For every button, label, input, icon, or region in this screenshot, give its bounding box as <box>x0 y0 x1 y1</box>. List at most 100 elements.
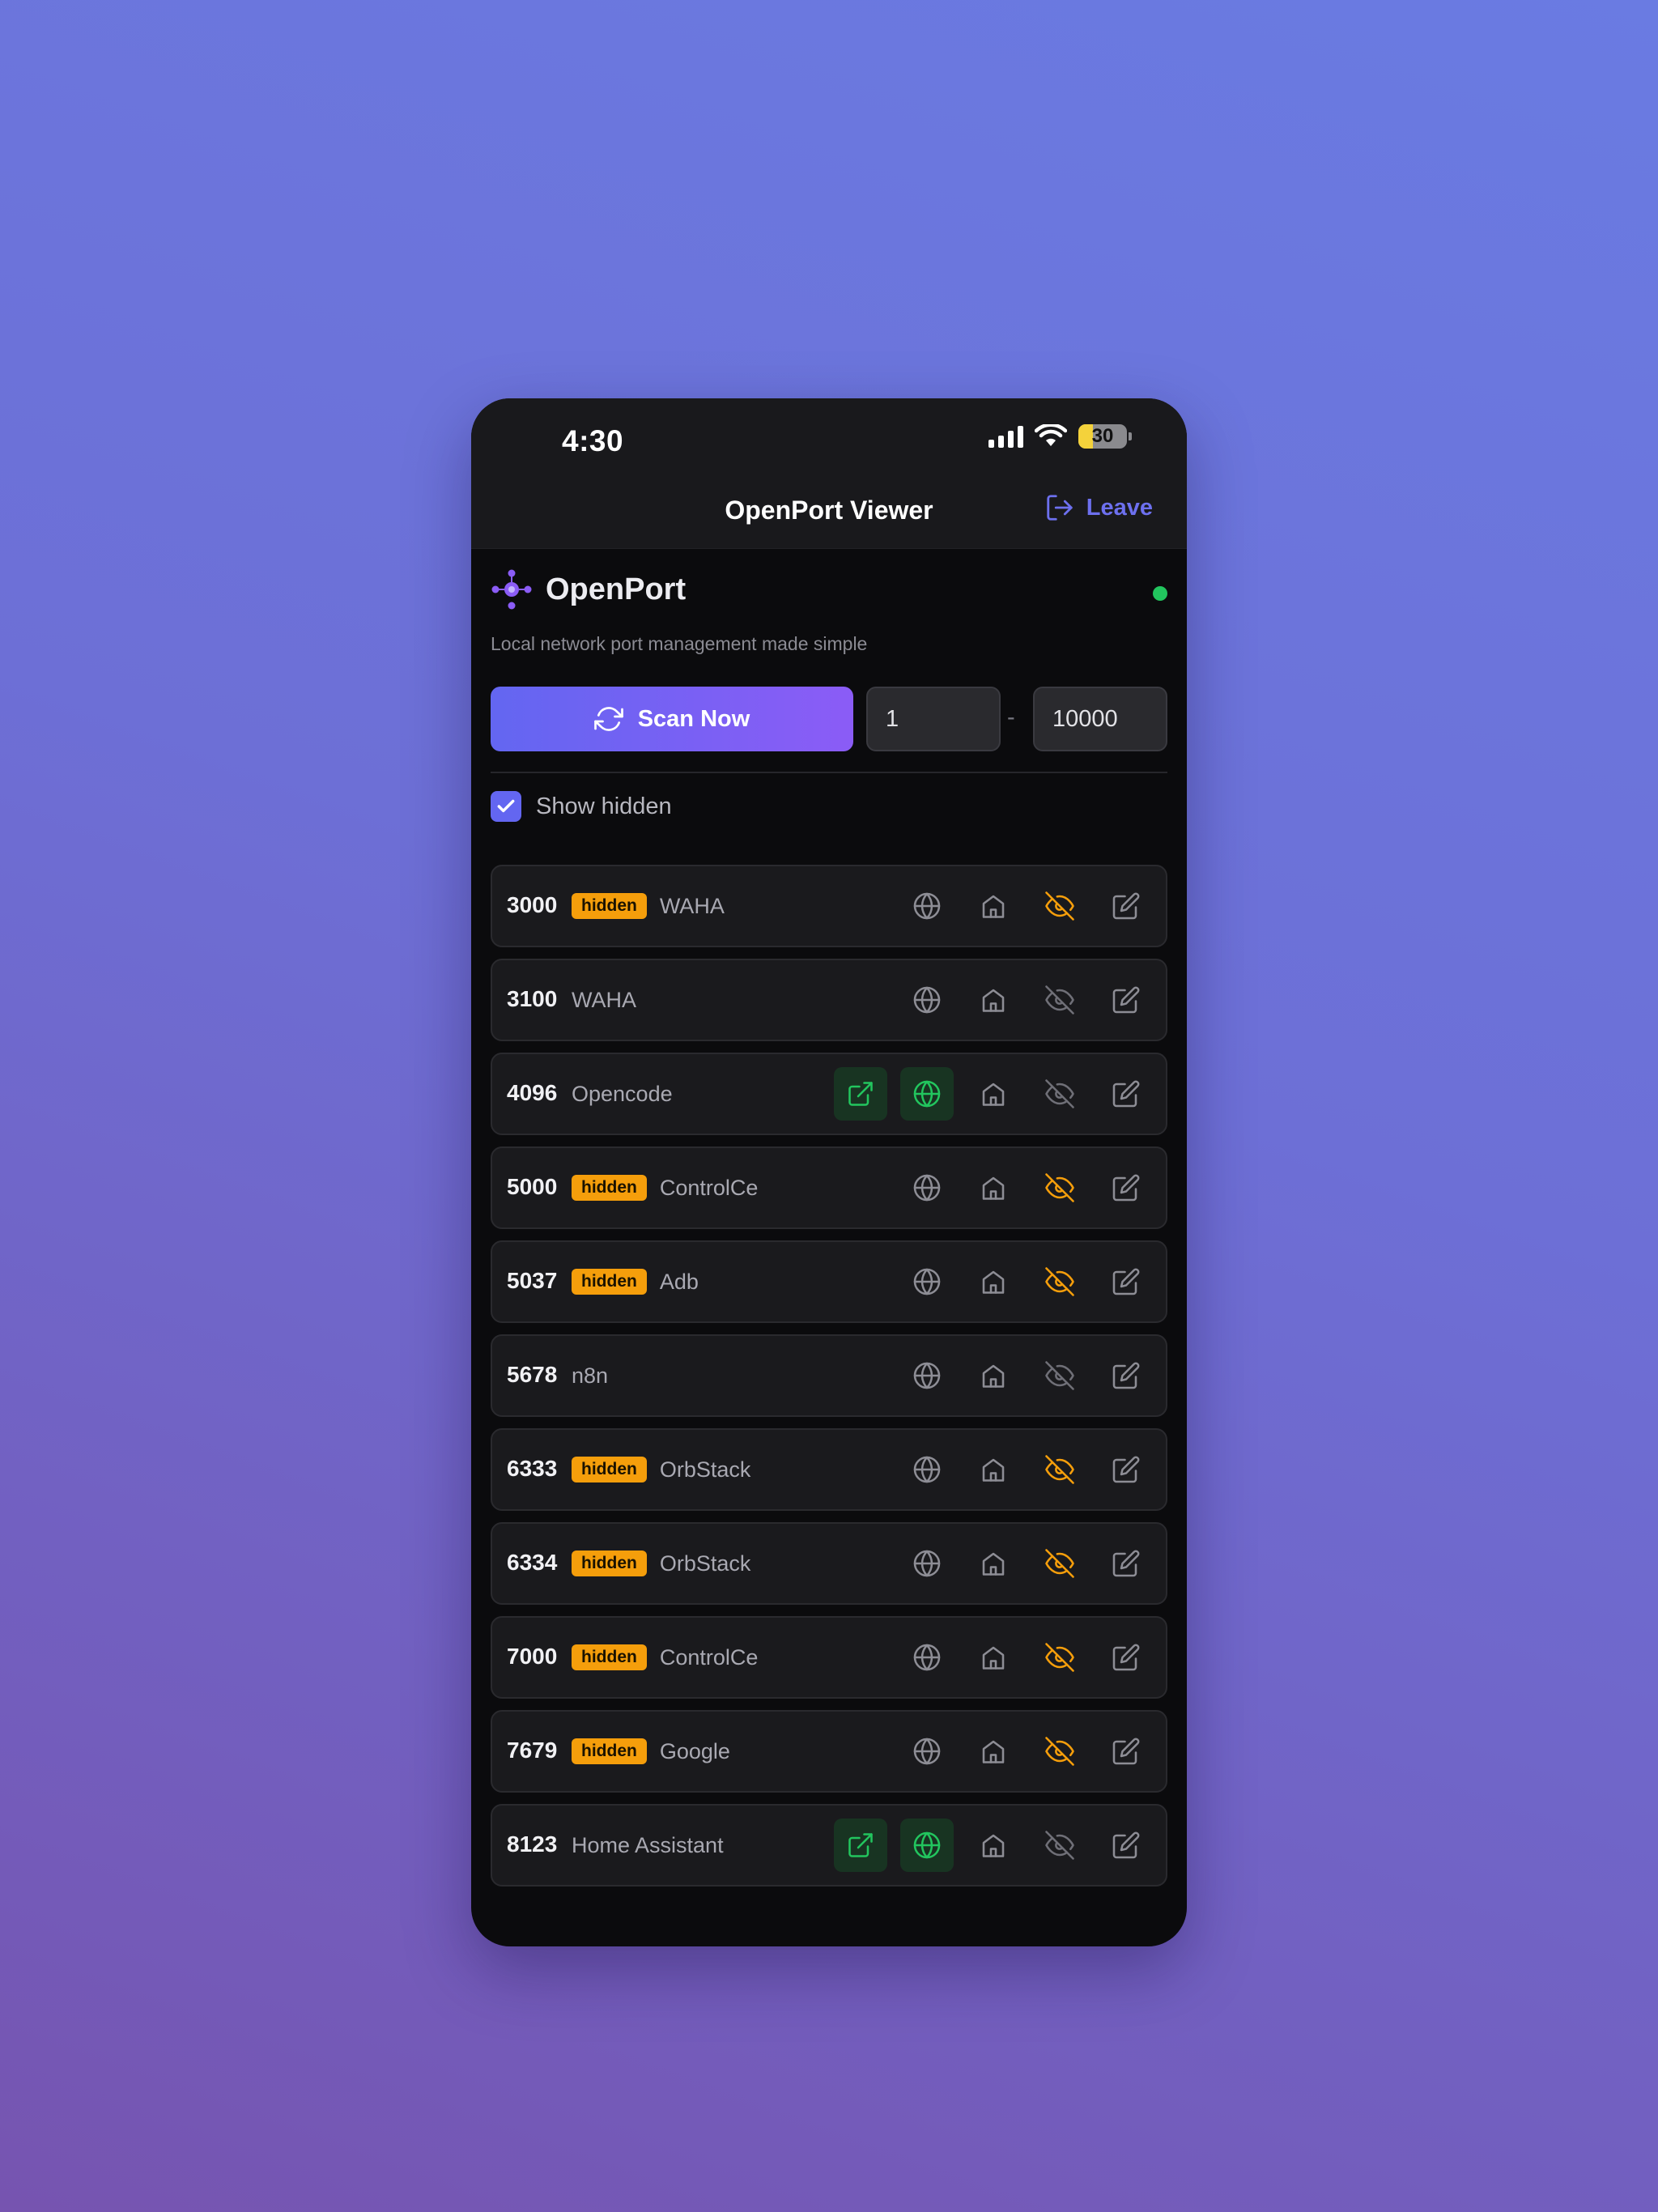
phone-frame: 4:30 30 OpenPort Viewer Leave OpenPort L… <box>471 398 1187 1946</box>
edit-icon <box>1112 1268 1140 1295</box>
public-toggle-button[interactable] <box>900 1443 954 1496</box>
port-info: hidden ControlCe <box>572 1618 758 1697</box>
port-actions <box>900 1524 1166 1603</box>
hidden-badge: hidden <box>572 1269 647 1295</box>
edit-button[interactable] <box>1099 1537 1153 1590</box>
hide-toggle-button[interactable] <box>1033 1443 1086 1496</box>
globe-icon <box>913 1174 941 1202</box>
local-toggle-button[interactable] <box>967 1631 1020 1684</box>
local-toggle-button[interactable] <box>967 879 1020 933</box>
hide-toggle-button[interactable] <box>1033 1255 1086 1308</box>
edit-icon <box>1112 1831 1140 1859</box>
hide-toggle-button[interactable] <box>1033 1537 1086 1590</box>
range-end-input[interactable] <box>1033 687 1167 751</box>
public-toggle-button[interactable] <box>900 879 954 933</box>
edit-button[interactable] <box>1099 1161 1153 1214</box>
wifi-icon <box>1035 424 1067 446</box>
edit-button[interactable] <box>1099 1443 1153 1496</box>
hide-toggle-button[interactable] <box>1033 1631 1086 1684</box>
port-number: 4096 <box>507 1080 558 1105</box>
hide-toggle-button[interactable] <box>1033 1819 1086 1872</box>
edit-button[interactable] <box>1099 1819 1153 1872</box>
scan-now-label: Scan Now <box>637 705 750 732</box>
port-number: 7000 <box>507 1644 558 1669</box>
edit-button[interactable] <box>1099 879 1153 933</box>
public-toggle-button[interactable] <box>900 1349 954 1402</box>
public-toggle-button[interactable] <box>900 1067 954 1121</box>
edit-button[interactable] <box>1099 1349 1153 1402</box>
local-toggle-button[interactable] <box>967 1725 1020 1778</box>
external-link-icon <box>848 1833 873 1857</box>
port-info: hidden WAHA <box>572 866 725 946</box>
service-name: OrbStack <box>659 1457 751 1482</box>
status-icons: 30 <box>988 424 1132 449</box>
edit-icon <box>1112 1362 1140 1389</box>
eye-off-icon <box>1045 1455 1074 1484</box>
hidden-badge: hidden <box>572 1644 647 1670</box>
home-icon <box>982 1083 1005 1106</box>
port-number: 7679 <box>507 1738 558 1763</box>
edit-button[interactable] <box>1099 973 1153 1027</box>
public-toggle-button[interactable] <box>900 1819 954 1872</box>
local-toggle-button[interactable] <box>967 1443 1020 1496</box>
leave-button[interactable]: Leave <box>1044 492 1153 523</box>
port-actions <box>834 1806 1166 1885</box>
local-toggle-button[interactable] <box>967 1161 1020 1214</box>
port-actions <box>900 1712 1166 1791</box>
hide-toggle-button[interactable] <box>1033 1161 1086 1214</box>
port-actions <box>900 960 1166 1040</box>
checkmark-icon <box>497 799 515 813</box>
port-number: 5037 <box>507 1268 558 1293</box>
globe-icon <box>913 1268 941 1295</box>
edit-button[interactable] <box>1099 1725 1153 1778</box>
range-separator: - <box>1007 704 1015 730</box>
service-name: n8n <box>572 1363 609 1388</box>
port-info: hidden OrbStack <box>572 1524 750 1603</box>
scan-now-button[interactable]: Scan Now <box>491 687 853 751</box>
public-toggle-button[interactable] <box>900 1725 954 1778</box>
edit-button[interactable] <box>1099 1067 1153 1121</box>
public-toggle-button[interactable] <box>900 1161 954 1214</box>
service-name: Google <box>659 1738 730 1763</box>
public-toggle-button[interactable] <box>900 1631 954 1684</box>
edit-icon <box>1112 892 1140 920</box>
hidden-badge: hidden <box>572 1551 647 1576</box>
show-hidden-checkbox[interactable] <box>491 791 521 822</box>
eye-off-icon <box>1045 1643 1074 1672</box>
local-toggle-button[interactable] <box>967 1255 1020 1308</box>
hidden-badge: hidden <box>572 1738 647 1764</box>
edit-button[interactable] <box>1099 1255 1153 1308</box>
eye-off-icon <box>1045 1173 1074 1202</box>
brand-name: OpenPort <box>546 572 687 606</box>
port-row: 4096 Opencode <box>491 1053 1167 1135</box>
globe-icon <box>913 1456 941 1483</box>
hide-toggle-button[interactable] <box>1033 973 1086 1027</box>
hide-toggle-button[interactable] <box>1033 1725 1086 1778</box>
tagline: Local network port management made simpl… <box>491 633 868 654</box>
open-link-button[interactable] <box>834 1067 887 1121</box>
local-toggle-button[interactable] <box>967 1349 1020 1402</box>
port-actions <box>900 1336 1166 1415</box>
home-icon <box>982 895 1005 918</box>
public-toggle-button[interactable] <box>900 973 954 1027</box>
local-toggle-button[interactable] <box>967 973 1020 1027</box>
home-icon <box>982 989 1005 1012</box>
service-name: WAHA <box>659 893 725 918</box>
public-toggle-button[interactable] <box>900 1255 954 1308</box>
show-hidden-toggle[interactable]: Show hidden <box>491 791 672 822</box>
signal-icon <box>988 425 1023 448</box>
hide-toggle-button[interactable] <box>1033 1067 1086 1121</box>
open-link-button[interactable] <box>834 1819 887 1872</box>
edit-button[interactable] <box>1099 1631 1153 1684</box>
range-start-input[interactable] <box>866 687 1001 751</box>
edit-icon <box>1112 1738 1140 1765</box>
hide-toggle-button[interactable] <box>1033 879 1086 933</box>
local-toggle-button[interactable] <box>967 1537 1020 1590</box>
local-toggle-button[interactable] <box>967 1067 1020 1121</box>
public-toggle-button[interactable] <box>900 1537 954 1590</box>
port-number: 6334 <box>507 1550 558 1575</box>
hide-toggle-button[interactable] <box>1033 1349 1086 1402</box>
home-icon <box>982 1364 1005 1388</box>
local-toggle-button[interactable] <box>967 1819 1020 1872</box>
globe-icon <box>913 1644 941 1671</box>
